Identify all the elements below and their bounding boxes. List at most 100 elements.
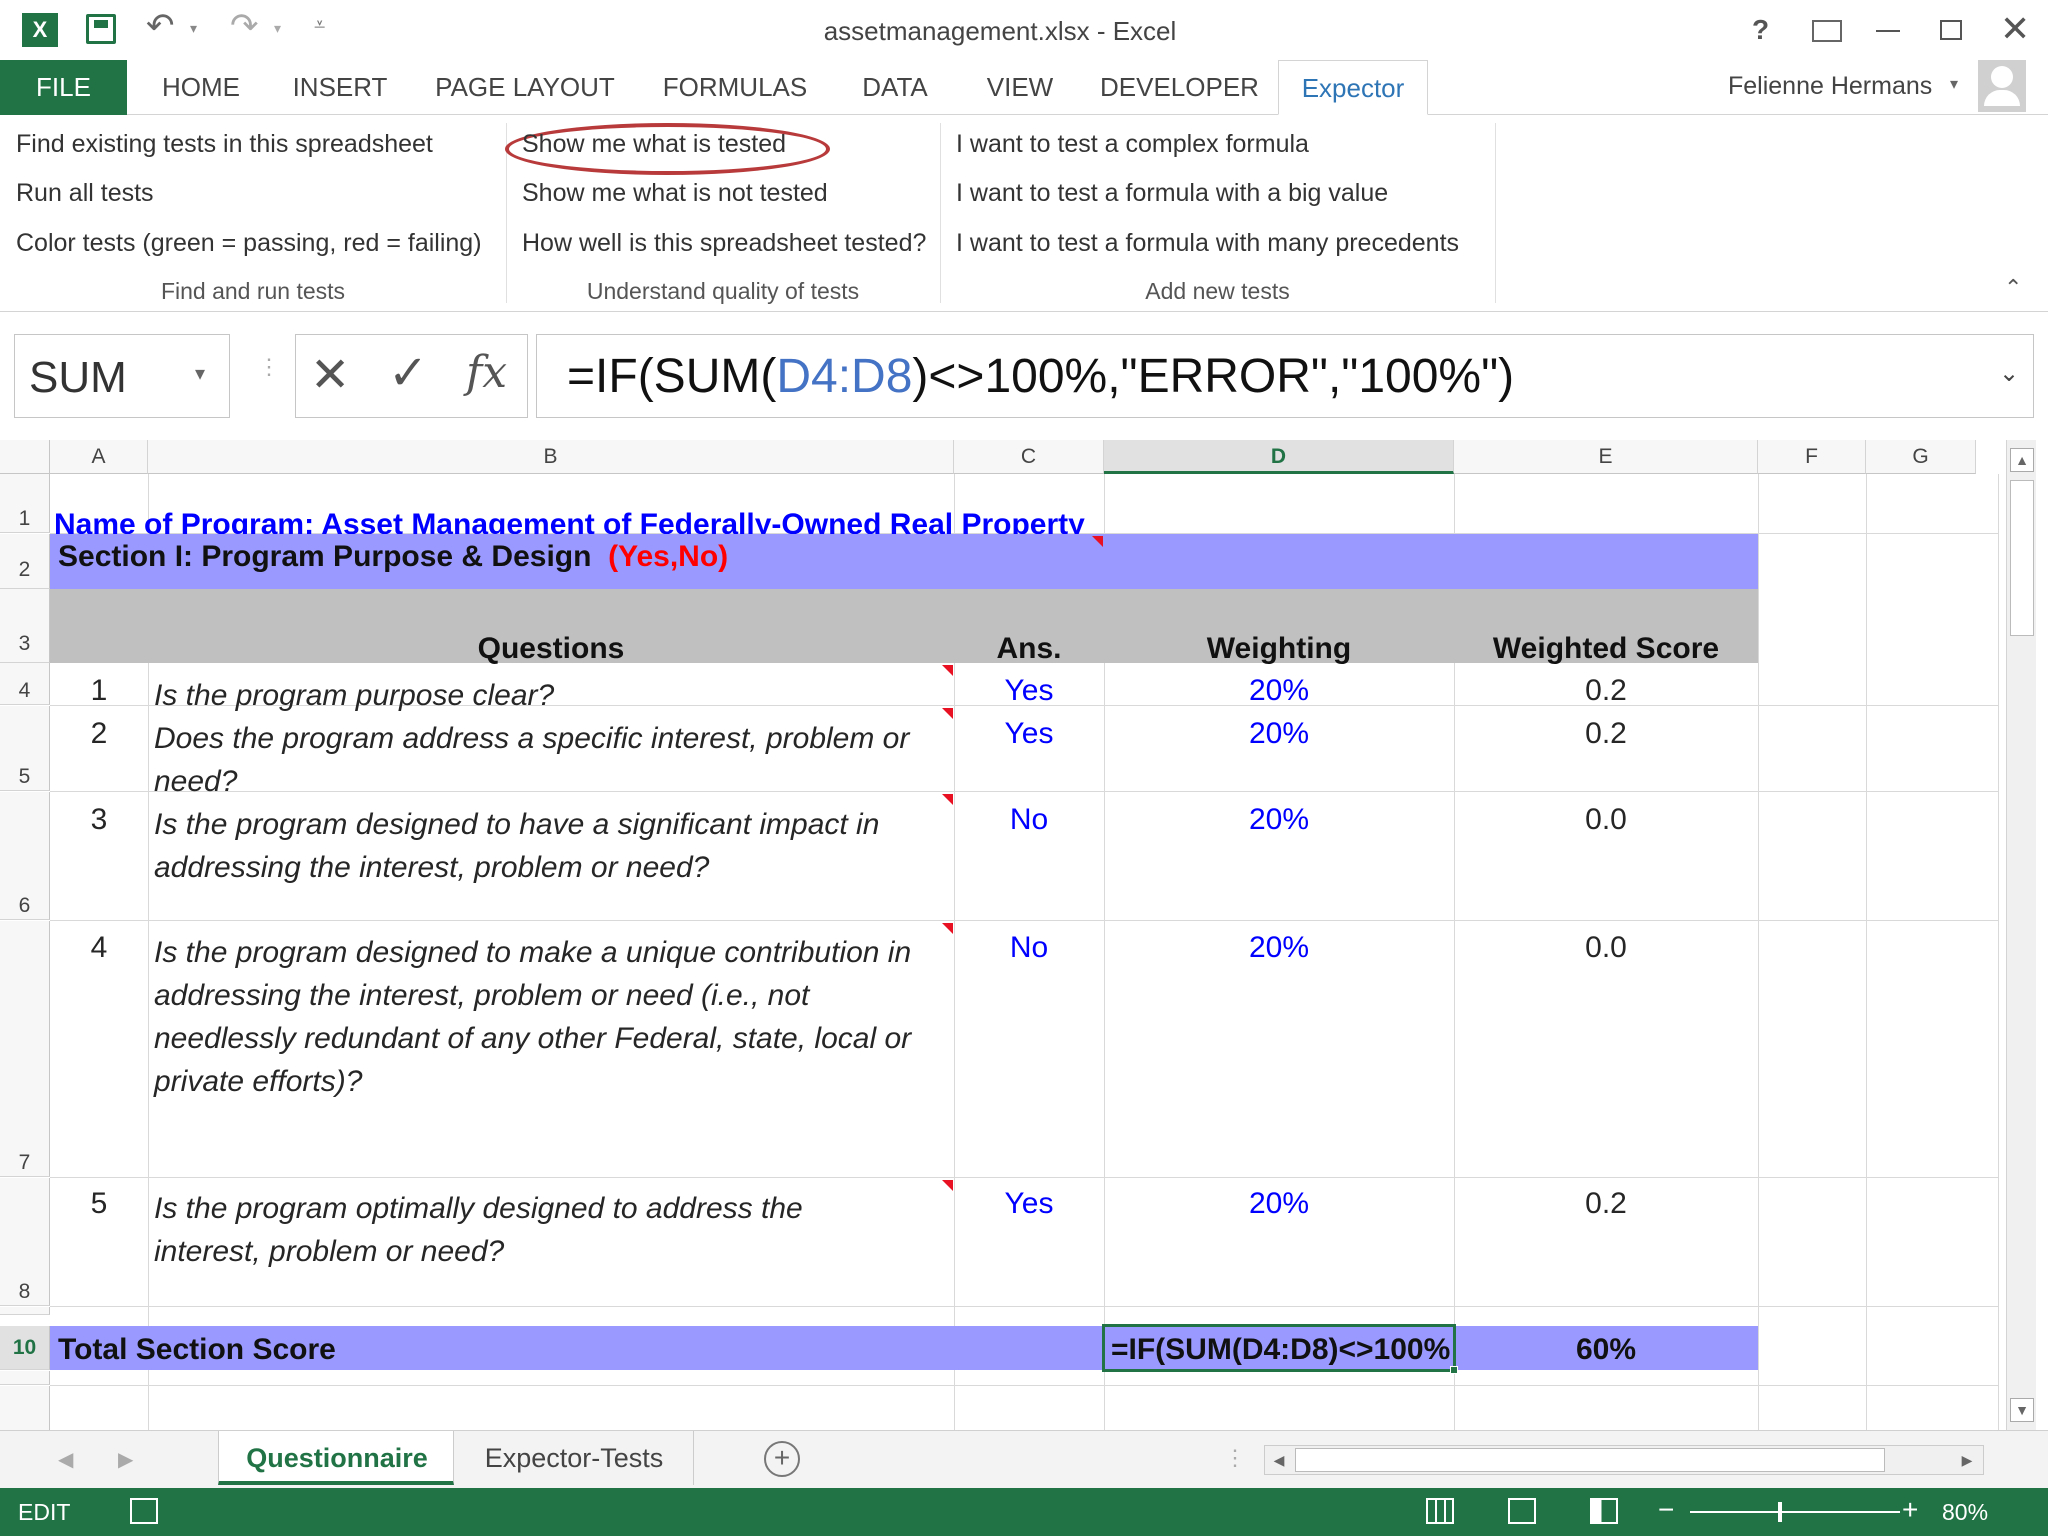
horizontal-scrollbar[interactable]: ◀ ▶ (1264, 1445, 1984, 1475)
answer-cell[interactable]: Yes (954, 1187, 1104, 1221)
row-header-10[interactable]: 10 (0, 1326, 50, 1370)
active-cell-d10[interactable]: =IF(SUM(D4:D8)<>100% (1102, 1324, 1456, 1372)
weight-cell[interactable]: 20% (1104, 1187, 1454, 1221)
scroll-down-icon[interactable]: ▼ (2010, 1398, 2034, 1422)
show-tested-button[interactable]: Show me what is tested (522, 130, 786, 159)
tab-home[interactable]: HOME (145, 60, 257, 115)
color-tests-button[interactable]: Color tests (green = passing, red = fail… (16, 229, 482, 258)
row-header-6[interactable]: 6 (0, 792, 50, 920)
excel-logo-icon[interactable]: X (22, 13, 58, 47)
name-box-dropdown-icon[interactable]: ▾ (195, 361, 205, 386)
row-header-3[interactable]: 3 (0, 589, 50, 663)
fill-handle[interactable] (1450, 1366, 1458, 1374)
score-cell[interactable]: 0.0 (1454, 803, 1758, 837)
undo-dropdown-icon[interactable]: ▾ (190, 20, 197, 37)
weight-cell[interactable]: 20% (1104, 803, 1454, 837)
row-header-5[interactable]: 5 (0, 706, 50, 791)
score-cell[interactable]: 0.0 (1454, 931, 1758, 965)
scroll-up-icon[interactable]: ▲ (2010, 448, 2034, 472)
select-all-corner[interactable] (0, 440, 50, 474)
question-number[interactable]: 4 (50, 931, 148, 965)
zoom-out-icon[interactable]: − (1658, 1494, 1674, 1526)
test-many-precedents-button[interactable]: I want to test a formula with many prece… (956, 229, 1459, 258)
answer-cell[interactable]: Yes (954, 674, 1104, 708)
answer-cell[interactable]: No (954, 803, 1104, 837)
zoom-in-icon[interactable]: + (1902, 1494, 1918, 1526)
tab-split-grip-icon[interactable]: ⋮ (1224, 1445, 1246, 1471)
answer-cell[interactable]: Yes (954, 717, 1104, 751)
question-number[interactable]: 5 (50, 1187, 148, 1221)
avatar[interactable] (1978, 60, 2026, 112)
tab-expector[interactable]: Expector (1278, 60, 1428, 115)
column-header-f[interactable]: F (1758, 440, 1866, 474)
ribbon-display-icon[interactable] (1812, 20, 1842, 42)
hscroll-thumb[interactable] (1295, 1448, 1885, 1472)
column-header-e[interactable]: E (1454, 440, 1758, 474)
undo-icon[interactable]: ↶ (146, 6, 175, 46)
column-header-c[interactable]: C (954, 440, 1104, 474)
save-icon[interactable] (86, 14, 116, 44)
question-number[interactable]: 3 (50, 803, 148, 837)
name-box[interactable]: SUM ▾ (14, 334, 230, 418)
tab-file[interactable]: FILE (0, 60, 127, 115)
row-header-4[interactable]: 4 (0, 663, 50, 705)
question-number[interactable]: 2 (50, 717, 148, 751)
tab-view[interactable]: VIEW (975, 60, 1065, 115)
answer-cell[interactable]: No (954, 931, 1104, 965)
question-text[interactable]: Is the program purpose clear? (154, 674, 950, 717)
test-coverage-button[interactable]: How well is this spreadsheet tested? (522, 229, 926, 258)
vertical-scrollbar[interactable]: ▲ ▼ (2006, 440, 2036, 1430)
sheet-tab-expector-tests[interactable]: Expector-Tests (454, 1431, 694, 1485)
tab-developer[interactable]: DEVELOPER (1100, 60, 1259, 115)
score-cell[interactable]: 0.2 (1454, 1187, 1758, 1221)
add-sheet-icon[interactable]: + (764, 1441, 800, 1477)
column-header-d[interactable]: D (1104, 440, 1454, 474)
total-score-cell[interactable]: 60% (1454, 1333, 1758, 1367)
scroll-right-icon[interactable]: ▶ (1955, 1448, 1979, 1472)
zoom-level[interactable]: 80% (1942, 1499, 1988, 1526)
question-text[interactable]: Does the program address a specific inte… (154, 717, 950, 803)
score-cell[interactable]: 0.2 (1454, 717, 1758, 751)
question-text[interactable]: Is the program designed to make a unique… (154, 931, 950, 1103)
weight-cell[interactable]: 20% (1104, 674, 1454, 708)
test-big-value-button[interactable]: I want to test a formula with a big valu… (956, 179, 1388, 208)
weight-cell[interactable]: 20% (1104, 717, 1454, 751)
weighting-header[interactable]: Weighting (1104, 632, 1454, 666)
weighted-score-header[interactable]: Weighted Score (1454, 632, 1758, 666)
question-text[interactable]: Is the program optimally designed to add… (154, 1187, 914, 1273)
ans-header[interactable]: Ans. (954, 632, 1104, 666)
account-dropdown-icon[interactable]: ▾ (1950, 74, 1958, 94)
row-header-9[interactable] (0, 1307, 50, 1315)
macro-record-icon[interactable] (130, 1498, 158, 1524)
expand-formula-icon[interactable]: ⌄ (1999, 359, 2019, 388)
score-cell[interactable]: 0.2 (1454, 674, 1758, 708)
scroll-thumb[interactable] (2010, 480, 2034, 636)
scroll-left-icon[interactable]: ◀ (1267, 1448, 1291, 1472)
page-layout-view-icon[interactable] (1508, 1498, 1536, 1524)
section-title-cell[interactable]: Section I: Program Purpose & Design (Yes… (58, 542, 728, 572)
collapse-ribbon-icon[interactable]: ⌃ (2004, 275, 2022, 301)
formula-input[interactable]: =IF(SUM(D4:D8)<>100%,"ERROR","100%") ⌄ (536, 334, 2034, 418)
show-not-tested-button[interactable]: Show me what is not tested (522, 179, 828, 208)
question-number[interactable]: 1 (50, 674, 148, 708)
sheet-tab-questionnaire[interactable]: Questionnaire (218, 1431, 454, 1485)
row-header-12[interactable] (0, 1386, 50, 1430)
help-icon[interactable]: ? (1752, 14, 1769, 46)
normal-view-icon[interactable] (1426, 1498, 1454, 1524)
customize-toolbar-icon[interactable]: ⩡ (314, 14, 325, 37)
zoom-slider-thumb[interactable] (1778, 1502, 1782, 1522)
question-text[interactable]: Is the program designed to have a signif… (154, 803, 950, 889)
row-header-8[interactable]: 8 (0, 1178, 50, 1306)
page-break-view-icon[interactable] (1590, 1498, 1618, 1524)
row-header-7[interactable]: 7 (0, 921, 50, 1177)
insert-function-icon[interactable]: fx (466, 347, 507, 398)
tab-data[interactable]: DATA (850, 60, 940, 115)
tab-formulas[interactable]: FORMULAS (655, 60, 815, 115)
find-existing-tests-button[interactable]: Find existing tests in this spreadsheet (16, 130, 433, 159)
tab-insert[interactable]: INSERT (285, 60, 395, 115)
column-header-g[interactable]: G (1866, 440, 1976, 474)
cancel-icon[interactable]: ✕ (310, 347, 350, 403)
test-complex-formula-button[interactable]: I want to test a complex formula (956, 130, 1309, 159)
zoom-slider[interactable] (1690, 1511, 1900, 1513)
redo-icon[interactable]: ↷ (230, 6, 259, 46)
